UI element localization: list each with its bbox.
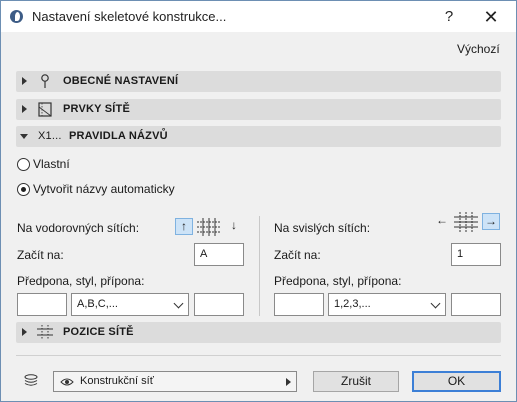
layer-select[interactable]: Konstrukční síť (53, 371, 297, 392)
direction-down-button[interactable]: ↓ (225, 218, 243, 235)
dialog-window: Nastavení skeletové konstrukce... ? ✕ Vý… (0, 0, 517, 402)
window-title: Nastavení skeletové konstrukce... (32, 9, 227, 24)
vertical-style-select[interactable]: 1,2,3,... (328, 293, 446, 316)
chevron-right-icon (286, 378, 291, 386)
grid-rows-icon (197, 218, 221, 236)
horizontal-start-label: Začít na: (17, 248, 64, 262)
expand-arrow-icon (22, 77, 27, 85)
vertical-start-input[interactable]: 1 (451, 243, 501, 266)
arrow-right-icon: → (485, 214, 497, 228)
section-grid-elements[interactable]: PRVKY SÍTĚ (16, 99, 501, 120)
section-label-naming: PRAVIDLA NÁZVŮ (69, 130, 168, 142)
horizontal-grids-label: Na vodorovných sítích: (17, 221, 140, 235)
arrow-down-icon: ↓ (231, 218, 237, 232)
title-bar: Nastavení skeletové konstrukce... ? ✕ (1, 1, 516, 32)
column-divider (259, 216, 260, 316)
vertical-grids-label: Na svislých sítích: (274, 221, 371, 235)
section-general-settings[interactable]: OBECNÉ NASTAVENÍ (16, 71, 501, 92)
cancel-button[interactable]: Zrušit (313, 371, 399, 392)
app-icon (10, 10, 23, 23)
vertical-start-label: Začít na: (274, 248, 321, 262)
expand-arrow-icon (22, 105, 27, 113)
expand-arrow-icon (22, 328, 27, 336)
ok-button[interactable]: OK (412, 371, 501, 392)
horizontal-style-select[interactable]: A,B,C,... (71, 293, 189, 316)
chevron-down-icon (173, 298, 184, 309)
defaults-link[interactable]: Výchozí (457, 42, 500, 56)
horizontal-format-label: Předpona, styl, přípona: (17, 274, 145, 288)
direction-right-button[interactable]: → (482, 213, 500, 230)
radio-auto-label: Vytvořit názvy automaticky (33, 182, 175, 196)
chevron-down-icon (430, 298, 441, 309)
vertical-prefix-input[interactable] (274, 293, 324, 316)
section-grid-position[interactable]: POZICE SÍTĚ (16, 322, 501, 343)
horizontal-style-value: A,B,C,... (77, 298, 118, 310)
grid-position-icon (37, 325, 53, 340)
arrow-left-icon: ← (436, 213, 448, 227)
vertical-format-label: Předpona, styl, přípona: (274, 274, 402, 288)
radio-custom-label: Vlastní (33, 157, 70, 171)
close-button[interactable]: ✕ (479, 6, 503, 28)
horizontal-suffix-input[interactable] (194, 293, 244, 316)
vertical-style-value: 1,2,3,... (334, 298, 371, 310)
eye-icon (60, 378, 74, 386)
layers-icon (24, 374, 38, 386)
footer-separator (16, 355, 501, 356)
naming-icon-label: X1... (38, 130, 62, 142)
horizontal-start-input[interactable]: A (194, 243, 244, 266)
section-label-grid-elements: PRVKY SÍTĚ (63, 103, 131, 115)
section-label-general: OBECNÉ NASTAVENÍ (63, 75, 179, 87)
section-label-grid-position: POZICE SÍTĚ (63, 326, 134, 338)
direction-up-button[interactable]: ↑ (175, 218, 193, 235)
radio-custom[interactable] (17, 158, 30, 171)
section-naming-rules[interactable]: X1... PRAVIDLA NÁZVŮ (16, 126, 501, 147)
grid-columns-icon (454, 212, 478, 232)
radio-auto[interactable] (17, 183, 30, 196)
layer-name: Konstrukční síť (80, 375, 154, 387)
collapse-arrow-icon (20, 134, 28, 139)
pin-icon (41, 74, 49, 88)
help-button[interactable]: ? (437, 6, 461, 28)
vertical-suffix-input[interactable] (451, 293, 501, 316)
horizontal-prefix-input[interactable] (17, 293, 67, 316)
grid-element-icon (38, 102, 52, 117)
direction-left-button[interactable]: ← (433, 213, 451, 230)
arrow-up-icon: ↑ (181, 219, 187, 233)
